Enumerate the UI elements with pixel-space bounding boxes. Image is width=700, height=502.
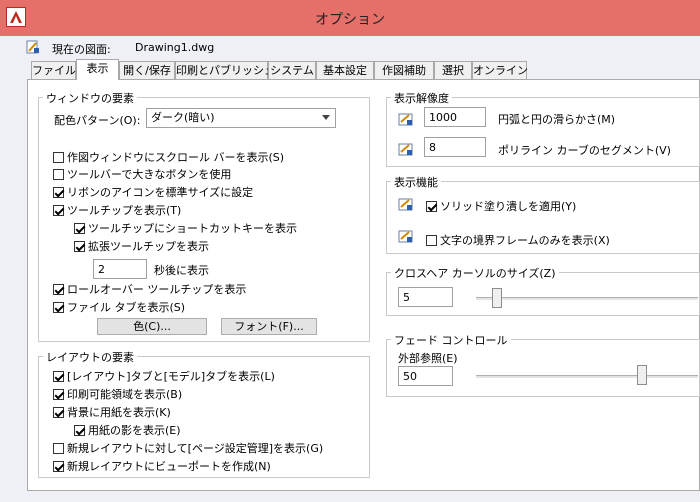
option-scrollbars[interactable]: 作図ウィンドウにスクロール バーを表示(S) xyxy=(53,149,284,165)
layout-elements-title: レイアウトの要素 xyxy=(43,349,137,365)
fonts-button[interactable]: フォント(F)... xyxy=(221,318,317,335)
solid-fill-icon xyxy=(398,198,413,211)
tooltip-delay-input[interactable] xyxy=(93,259,147,279)
option-tooltip-shortcuts[interactable]: ツールチップにショートカットキーを表示 xyxy=(74,220,297,236)
option-paper-background[interactable]: 背景に用紙を表示(K) xyxy=(53,404,171,420)
current-drawing-label: 現在の図面: xyxy=(52,43,111,56)
arc-smoothness-icon xyxy=(398,113,413,126)
tab-online[interactable]: オンライン xyxy=(472,61,528,79)
polyline-segments-input[interactable] xyxy=(424,137,486,157)
polyline-segments-label: ポリライン カーブのセグメント(V) xyxy=(498,144,671,157)
polyline-segments-icon xyxy=(398,143,413,156)
tab-drafting[interactable]: 作図補助 xyxy=(374,61,434,79)
tab-plot-publish[interactable]: 印刷とパブリッシュ xyxy=(175,61,275,79)
xref-fade-thumb[interactable] xyxy=(637,365,647,385)
drawing-file-icon xyxy=(26,40,39,54)
text-frame-icon xyxy=(398,230,413,243)
window-elements-title: ウィンドウの要素 xyxy=(43,90,137,106)
crosshair-size-slider[interactable] xyxy=(476,297,698,300)
xref-fade-input[interactable] xyxy=(398,366,453,386)
chevron-down-icon xyxy=(322,115,330,120)
tab-selection[interactable]: 選択 xyxy=(434,61,472,79)
window-title: オプション xyxy=(315,12,385,28)
crosshair-size-title: クロスヘア カーソルのサイズ(Z) xyxy=(391,265,559,281)
option-solid-fill[interactable]: ソリッド塗り潰しを適用(Y) xyxy=(426,198,576,214)
option-page-setup-manager[interactable]: 新規レイアウトに対して[ページ設定管理]を表示(G) xyxy=(53,440,323,456)
crosshair-size-thumb[interactable] xyxy=(492,288,502,308)
option-printable-area[interactable]: 印刷可能領域を表示(B) xyxy=(53,386,182,402)
tab-files[interactable]: ファイル xyxy=(31,61,76,79)
xref-fade-label: 外部参照(E) xyxy=(398,352,458,365)
option-create-viewport[interactable]: 新規レイアウトにビューポートを作成(N) xyxy=(53,458,271,474)
display-resolution-title: 表示解像度 xyxy=(391,90,452,106)
option-layout-model-tabs[interactable]: [レイアウト]タブと[モデル]タブを表示(L) xyxy=(53,368,275,384)
option-text-frame[interactable]: 文字の境界フレームのみを表示(X) xyxy=(426,232,610,248)
option-file-tabs[interactable]: ファイル タブを表示(S) xyxy=(53,299,185,315)
arc-smoothness-input[interactable] xyxy=(424,107,486,127)
option-large-buttons[interactable]: ツールバーで大きなボタンを使用 xyxy=(53,166,231,182)
tab-display[interactable]: 表示 xyxy=(76,59,119,80)
crosshair-size-input[interactable] xyxy=(398,287,453,307)
color-scheme-select[interactable]: ダーク(暗い) xyxy=(146,108,336,128)
xref-fade-slider[interactable] xyxy=(476,375,698,378)
tab-open-save[interactable]: 開く/保存 xyxy=(119,61,175,79)
arc-smoothness-label: 円弧と円の滑らかさ(M) xyxy=(498,113,616,126)
color-scheme-value: ダーク(暗い) xyxy=(151,111,215,124)
option-ribbon-icons[interactable]: リボンのアイコンを標準サイズに設定 xyxy=(53,184,253,200)
tooltip-delay-label: 秒後に表示 xyxy=(154,264,209,277)
option-extended-tooltips[interactable]: 拡張ツールチップを表示 xyxy=(74,238,209,254)
fade-control-title: フェード コントロール xyxy=(391,332,511,348)
option-paper-shadow[interactable]: 用紙の影を表示(E) xyxy=(74,422,181,438)
option-rollover-tooltips[interactable]: ロールオーバー ツールチップを表示 xyxy=(53,281,246,297)
colors-button[interactable]: 色(C)... xyxy=(97,318,207,335)
display-performance-title: 表示機能 xyxy=(391,174,441,190)
tab-user-preferences[interactable]: 基本設定 xyxy=(316,61,374,79)
option-show-tooltips[interactable]: ツールチップを表示(T) xyxy=(53,202,181,218)
current-drawing-name: Drawing1.dwg xyxy=(135,41,215,54)
color-scheme-label: 配色パターン(O): xyxy=(54,114,141,127)
tab-system[interactable]: システム xyxy=(268,61,316,79)
